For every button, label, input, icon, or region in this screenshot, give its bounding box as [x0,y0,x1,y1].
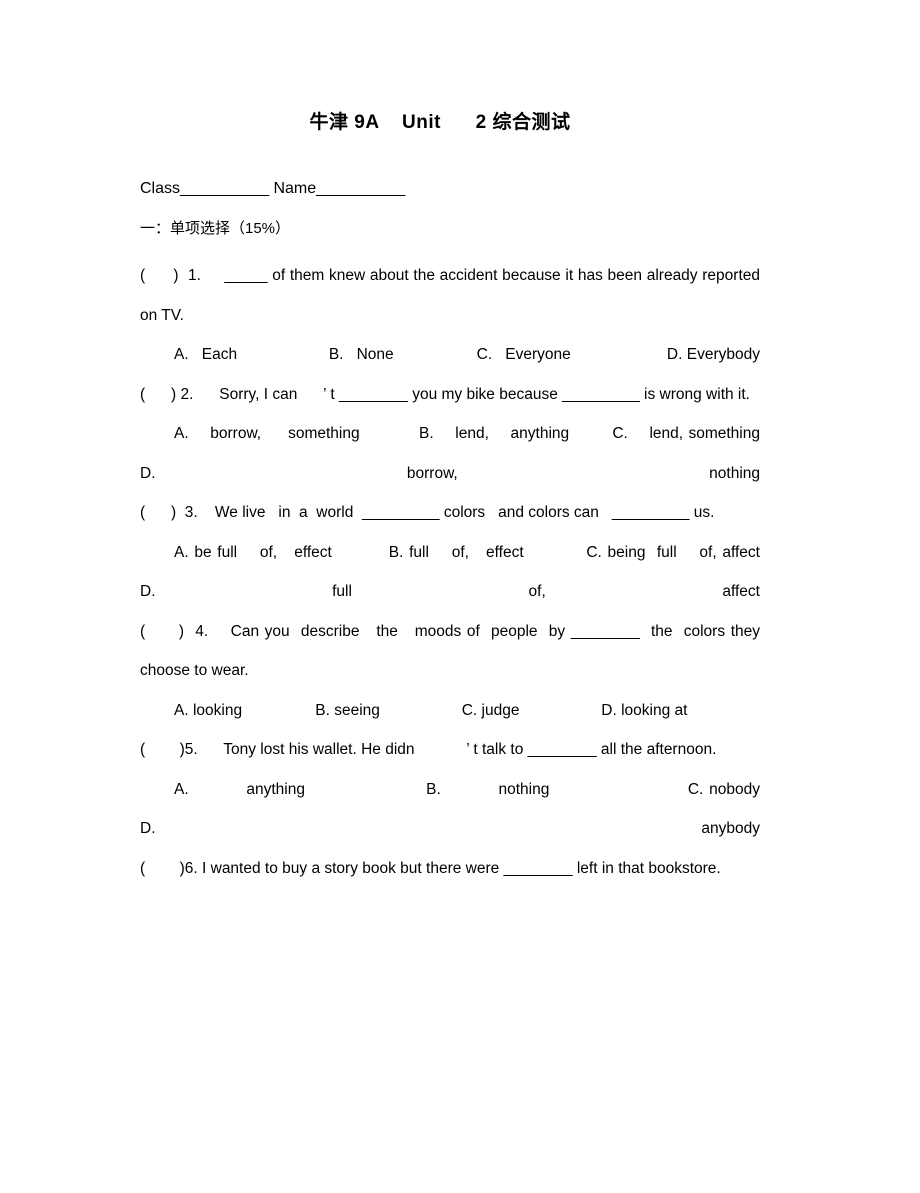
question-item: ( )5. Tony lost his wallet. He didn ’ t … [140,730,760,849]
section-heading-multiple-choice: 一：单项选择（15%） [140,220,291,237]
question-item: ( ) 2. Sorry, I can ’ t ________ you my … [140,375,760,494]
question-item: ( ) 3. We live in a world _________ colo… [140,493,760,612]
question-stem: ( ) 2. Sorry, I can ’ t ________ you my … [140,385,750,403]
question-stem: ( ) 1. _____ of them knew about the acci… [140,267,765,324]
question-stem: ( ) 4. Can you describe the moods of peo… [140,622,765,680]
page-title: 牛津 9A Unit 2 综合测试 [309,112,571,133]
question-item: ( )6. I wanted to buy a story book but t… [140,849,760,889]
question-options: A. Each B. None C. Everyone D. Everybody [174,346,760,363]
question-options: A. looking B. seeing C. judge D. looking… [174,701,688,719]
question-options: A. be full of, effect B. full of, effect… [140,543,821,601]
question-item: ( ) 1. _____ of them knew about the acci… [140,256,760,375]
question-options: A. anything B. nothing C. nobody D. anyb… [140,780,847,838]
class-name-line: Class__________ Name__________ [140,180,406,197]
question-stem: ( ) 3. We live in a world _________ colo… [140,504,715,521]
question-stem: ( )6. I wanted to buy a story book but t… [140,859,721,877]
question-stem: ( )5. Tony lost his wallet. He didn ’ t … [140,741,717,758]
document-page: 牛津 9A Unit 2 综合测试 Class__________ Name__… [0,0,920,1193]
question-item: ( ) 4. Can you describe the moods of peo… [140,612,760,731]
question-options: A. borrow, something B. lend, anything C… [140,425,821,482]
